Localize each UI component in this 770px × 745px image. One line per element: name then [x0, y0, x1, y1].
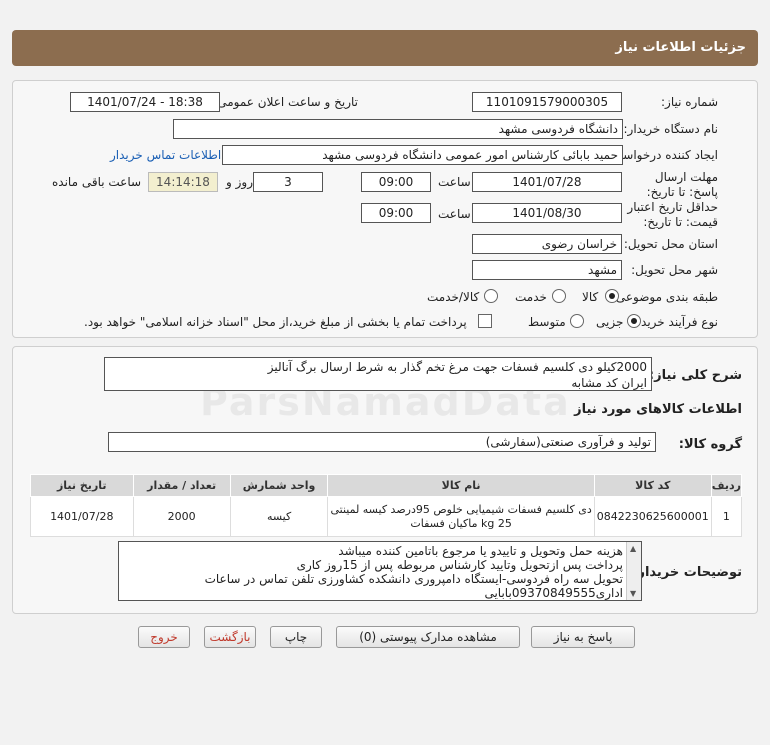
deadline-time-label: ساعت: [438, 175, 471, 189]
province-label: استان محل تحویل:: [623, 237, 718, 251]
category-radio-service[interactable]: [552, 289, 566, 303]
province-field: خراسان رضوی: [472, 234, 622, 254]
row-qty: 2000: [132, 496, 231, 537]
col-date: تاریخ نیاز: [30, 474, 134, 497]
city-field: مشهد: [472, 260, 622, 280]
city-label: شهر محل تحویل:: [631, 263, 718, 277]
row-name-line-1: دی کلسیم فسفات شیمیایی خلوص 95درصد کیسه …: [330, 502, 592, 516]
description-label: شرح کلی نیاز:: [648, 368, 742, 383]
col-code: کد کالا: [593, 474, 712, 497]
row-date: 1401/07/28: [30, 496, 134, 537]
scroll-down-icon[interactable]: ▼: [630, 589, 636, 598]
need-number-label: شماره نیاز:: [661, 95, 718, 109]
col-index: ردیف: [710, 474, 743, 497]
buyer-notes-scrollbar[interactable]: ▲ ▼: [626, 542, 641, 600]
back-button[interactable]: بازگشت: [204, 626, 256, 648]
process-label: نوع فرآیند خرید :: [633, 315, 718, 329]
row-name-line-2: 25 kg ماکیان فسفات: [410, 516, 512, 530]
row-code: 0842230625600001: [593, 496, 712, 537]
print-button[interactable]: چاپ: [270, 626, 322, 648]
goods-table-header: ردیف کد کالا نام کالا واحد شمارش تعداد /…: [30, 474, 743, 497]
description-line-2: ایران کد مشابه: [571, 376, 647, 390]
process-option-medium: متوسط: [528, 315, 566, 329]
announce-label: تاریخ و ساعت اعلان عمومی:: [213, 95, 358, 109]
buyer-notes-line-4: اداری09370849555بابایی: [484, 586, 623, 600]
category-label: طبقه بندی موضوعی:: [611, 290, 718, 304]
category-radio-goods-service[interactable]: [484, 289, 498, 303]
scroll-up-icon[interactable]: ▲: [630, 544, 636, 553]
page-header: جزئیات اطلاعات نیاز: [12, 30, 758, 66]
remaining-label: ساعت باقی مانده: [52, 175, 142, 189]
goods-section-title: اطلاعات کالاهای مورد نیاز: [574, 402, 742, 417]
payment-note: پرداخت تمام یا بخشی از مبلغ خرید،از محل …: [84, 315, 467, 329]
buyer-org-field: دانشگاه فردوسی مشهد: [173, 119, 623, 139]
col-name: نام کالا: [327, 474, 595, 497]
need-number-field: 1101091579000305: [472, 92, 622, 112]
validity-date-field: 1401/08/30: [472, 203, 622, 223]
remaining-time-field: 14:14:18: [148, 172, 218, 192]
days-label: روز و: [226, 175, 253, 189]
attachments-button[interactable]: مشاهده مدارک پیوستی (0): [336, 626, 520, 648]
treasury-payment-checkbox[interactable]: [478, 314, 492, 328]
category-option-service: خدمت: [515, 290, 547, 304]
row-index: 1: [710, 496, 743, 537]
goods-table: ردیف کد کالا نام کالا واحد شمارش تعداد /…: [30, 474, 743, 537]
validity-time-field: 09:00: [361, 203, 431, 223]
category-option-goods-service: کالا/خدمت: [427, 290, 480, 304]
col-qty: تعداد / مقدار: [132, 474, 231, 497]
days-field: 3: [253, 172, 323, 192]
process-radio-minor[interactable]: [627, 314, 641, 328]
goods-group-field: تولید و فرآوری صنعتی(سفارشی): [108, 432, 656, 452]
validity-label: حداقل تاریخ اعتبار قیمت: تا تاریخ:: [627, 200, 718, 229]
col-unit: واحد شمارش: [229, 474, 329, 497]
deadline-label: مهلت ارسال پاسخ: تا تاریخ:: [646, 170, 718, 199]
process-option-minor: جزیی: [596, 315, 624, 329]
row-name: دی کلسیم فسفات شیمیایی خلوص 95درصد کیسه …: [327, 496, 595, 537]
description-line-1: 2000کیلو دی کلسیم فسفات جهت مرغ تخم گذار…: [267, 360, 647, 374]
row-unit: کیسه: [229, 496, 329, 537]
contact-buyer-link[interactable]: اطلاعات تماس خریدار: [110, 148, 221, 162]
exit-button[interactable]: خروج: [138, 626, 190, 648]
reply-button[interactable]: پاسخ به نیاز: [531, 626, 635, 648]
category-radio-goods[interactable]: [605, 289, 619, 303]
deadline-date-field: 1401/07/28: [472, 172, 622, 192]
description-box: 2000کیلو دی کلسیم فسفات جهت مرغ تخم گذار…: [104, 357, 652, 391]
requester-field: حمید بابائی کارشناس امور عمومی دانشگاه ف…: [222, 145, 623, 165]
buyer-notes-line-2: پرداخت پس ازتحویل وتایید کارشناس مربوطه …: [296, 558, 623, 572]
goods-group-label: گروه کالا:: [678, 437, 742, 452]
buyer-notes-box[interactable]: هزینه حمل وتحویل و تاییدو یا مرجوع باتام…: [118, 541, 642, 601]
category-option-goods: کالا: [582, 290, 599, 304]
announce-field: 1401/07/24 - 18:38: [70, 92, 220, 112]
page-title: جزئیات اطلاعات نیاز: [615, 40, 746, 55]
buyer-notes-line-3: تحویل سه راه فردوسی-ایستگاه دامپروری دان…: [204, 572, 623, 586]
table-row: 1 0842230625600001 دی کلسیم فسفات شیمیای…: [30, 496, 743, 537]
requester-label: ایجاد کننده درخواست:: [607, 148, 718, 162]
buyer-notes-label: توضیحات خریدار:: [632, 565, 742, 580]
process-radio-medium[interactable]: [570, 314, 584, 328]
validity-time-label: ساعت: [438, 207, 471, 221]
deadline-time-field: 09:00: [361, 172, 431, 192]
buyer-notes-line-1: هزینه حمل وتحویل و تاییدو یا مرجوع باتام…: [338, 544, 623, 558]
buyer-org-label: نام دستگاه خریدار:: [623, 122, 719, 136]
